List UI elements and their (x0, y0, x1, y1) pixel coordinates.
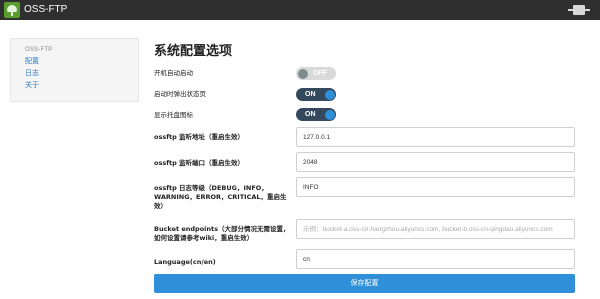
network-status-icon[interactable] (568, 5, 590, 15)
language-input[interactable] (296, 249, 575, 269)
listen-addr-label: ossftp 监听地址（重启生效） (154, 133, 245, 141)
toggle-knob (324, 89, 335, 100)
listen-port-input[interactable] (296, 152, 575, 172)
sidebar: OSS-FTP 配置 日志 关于 (10, 38, 139, 102)
listen-addr-input[interactable] (296, 127, 575, 147)
sidebar-header: OSS-FTP (25, 47, 53, 53)
tray-icon-toggle[interactable]: ON (296, 108, 336, 121)
app-title: OSS-FTP (24, 4, 68, 15)
save-config-button[interactable]: 保存配置 (154, 274, 575, 293)
page-title: 系统配置选项 (154, 44, 233, 59)
show-status-toggle[interactable]: ON (296, 88, 336, 101)
log-level-input[interactable] (296, 177, 575, 197)
autostart-label: 开机自动启动 (154, 69, 193, 77)
sidebar-item-log[interactable]: 日志 (25, 67, 138, 79)
sidebar-item-config[interactable]: 配置 (25, 55, 138, 67)
bucket-endpoints-label: Bucket endpoints（大部分情况无需设置， 如何设置请参考wiki，… (154, 225, 290, 242)
app-logo-icon (4, 2, 20, 18)
listen-port-label: ossftp 监听端口（重启生效） (154, 159, 245, 167)
log-level-label: ossftp 日志等级（DEBUG，INFO， WARNING，ERROR，CR… (154, 184, 287, 210)
sidebar-item-about[interactable]: 关于 (25, 79, 138, 91)
tray-icon-label: 显示托盘图标 (154, 111, 193, 119)
bucket-endpoints-input[interactable] (296, 219, 575, 239)
toggle-state: ON (305, 111, 316, 118)
toggle-knob (297, 68, 308, 79)
autostart-toggle[interactable]: OFF (296, 67, 336, 80)
toggle-state: OFF (313, 70, 327, 77)
toggle-knob (324, 109, 335, 120)
title-bar: OSS-FTP (0, 0, 600, 20)
language-label: Language(cn/en) (154, 258, 216, 266)
show-status-label: 启动时弹出状态页 (154, 90, 206, 98)
toggle-state: ON (305, 91, 316, 98)
